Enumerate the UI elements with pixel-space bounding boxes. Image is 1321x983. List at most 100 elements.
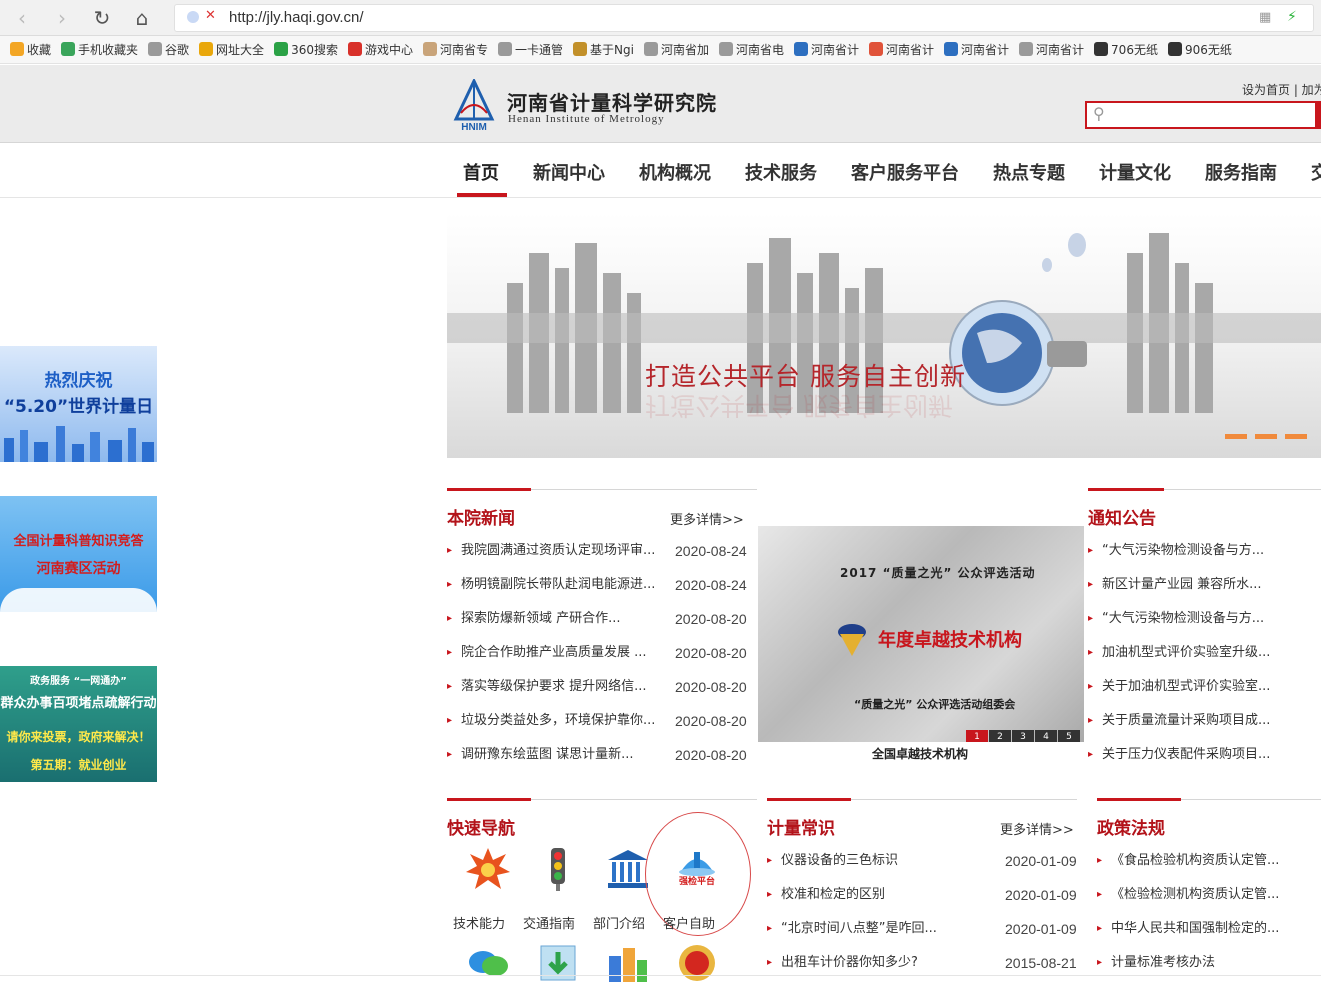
list-item-title[interactable]: 院企合作助推产业高质量发展 ... [461, 636, 647, 670]
list-item[interactable]: ▸ 我院圆满通过资质认定现场评审... 2020-08-24 [447, 534, 757, 568]
list-item-title[interactable]: “大气污染物检测设备与方... [1102, 534, 1264, 568]
nav-about[interactable]: 机构概况 [639, 159, 711, 185]
list-item-title[interactable]: 关于压力仪表配件采购项目... [1102, 738, 1270, 772]
list-item[interactable]: ▸ 落实等级保护要求 提升网络信... 2020-08-20 [447, 670, 757, 704]
list-item[interactable]: ▸ 杨明镜副院长带队赴润电能源进... 2020-08-24 [447, 568, 757, 602]
slide-dot[interactable] [1285, 434, 1307, 439]
quicknav-tech-capability[interactable]: 技术能力 [453, 913, 505, 932]
list-item-title[interactable]: 关于加油机型式评价实验室... [1102, 670, 1270, 704]
list-item[interactable]: ▸ 中华人民共和国强制检定的... [1097, 912, 1321, 946]
list-item[interactable]: ▸ 《食品检验机构资质认定管... [1097, 844, 1321, 878]
top-links[interactable]: 设为首页 | 加为 [1242, 81, 1321, 98]
bookmark-item[interactable]: 谷歌 [148, 36, 189, 63]
pager-2[interactable]: 2 [989, 730, 1011, 742]
search-button[interactable] [1315, 103, 1321, 127]
list-item-title[interactable]: 仪器设备的三色标识 [781, 844, 898, 878]
bookmark-item[interactable]: 网址大全 [199, 36, 264, 63]
bookmark-item[interactable]: 手机收藏夹 [61, 36, 138, 63]
list-item[interactable]: ▸ 关于质量流量计采购项目成... [1088, 704, 1321, 738]
bookmark-item[interactable]: 河南省计 [1019, 36, 1084, 63]
forward-icon[interactable]: › [50, 6, 74, 30]
bookmark-item[interactable]: 河南省加 [643, 36, 709, 63]
city-icon[interactable] [605, 940, 651, 983]
list-item-title[interactable]: 《检验检测机构资质认定管... [1111, 878, 1279, 912]
list-item-title[interactable]: 新区计量产业园 兼容所水... [1102, 568, 1262, 602]
nav-customer-platform[interactable]: 客户服务平台 [851, 159, 959, 185]
list-item[interactable]: ▸ 垃圾分类益处多，环境保护靠你... 2020-08-20 [447, 704, 757, 738]
quicknav-traffic-guide[interactable]: 交通指南 [523, 913, 575, 932]
list-item[interactable]: ▸ 《检验检测机构资质认定管... [1097, 878, 1321, 912]
list-item-title[interactable]: 加油机型式评价实验室升级... [1102, 636, 1270, 670]
bookmark-item[interactable]: 河南省计 [869, 36, 934, 63]
quicknav-departments[interactable]: 部门介绍 [593, 913, 645, 932]
list-item-title[interactable]: 落实等级保护要求 提升网络信... [461, 670, 647, 704]
list-item-title[interactable]: “北京时间八点整”是咋回... [781, 912, 937, 946]
list-item[interactable]: ▸ “大气污染物检测设备与方... [1088, 602, 1321, 636]
slide-dot[interactable] [1225, 434, 1247, 439]
list-item-title[interactable]: 校准和检定的区别 [781, 878, 885, 912]
bookmark-item[interactable]: 河南省电 [718, 36, 784, 63]
burst-icon[interactable] [465, 846, 511, 892]
bookmark-item[interactable]: 河南省计 [944, 36, 1009, 63]
list-item[interactable]: ▸ “北京时间八点整”是咋回... 2020-01-09 [767, 912, 1087, 946]
bookmark-item[interactable]: 一卡通管 [498, 36, 563, 63]
banner-government-service[interactable]: 政务服务 “一网通办” 群众办事百项堵点疏解行动 请你来投票，政府来解决！ 第五… [0, 666, 157, 782]
download-icon[interactable] [535, 940, 581, 983]
speed-icon[interactable]: ⚡ [1287, 9, 1297, 25]
list-item-title[interactable]: 我院圆满通过资质认定现场评审... [461, 534, 655, 568]
list-item[interactable]: ▸ 关于加油机型式评价实验室... [1088, 670, 1321, 704]
list-item[interactable]: ▸ “大气污染物检测设备与方... [1088, 534, 1321, 568]
list-item[interactable]: ▸ 探索防爆新领域 产研合作... 2020-08-20 [447, 602, 757, 636]
pager-4[interactable]: 4 [1035, 730, 1057, 742]
bookmark-item[interactable]: 360搜索 [274, 36, 338, 63]
quicknav-self-service[interactable]: 客户自助 [663, 913, 715, 932]
list-item-title[interactable]: 关于质量流量计采购项目成... [1102, 704, 1270, 738]
hero-slide-dots[interactable] [1225, 428, 1315, 443]
list-item-title[interactable]: 《食品检验机构资质认定管... [1111, 844, 1279, 878]
photo-caption[interactable]: 全国卓越技术机构 [872, 745, 968, 762]
nav-home[interactable]: 首页 [463, 159, 499, 185]
reload-icon[interactable]: ↻ [90, 6, 114, 30]
pager-1[interactable]: 1 [966, 730, 988, 742]
qr-icon[interactable]: ▦ [1259, 10, 1271, 25]
emblem-icon[interactable] [674, 940, 720, 983]
pager-3[interactable]: 3 [1012, 730, 1034, 742]
list-item-title[interactable]: “大气污染物检测设备与方... [1102, 602, 1264, 636]
list-item[interactable]: ▸ 仪器设备的三色标识 2020-01-09 [767, 844, 1087, 878]
list-item[interactable]: ▸ 调研豫东绘蓝图 谋思计量新... 2020-08-20 [447, 738, 757, 772]
nav-news[interactable]: 新闻中心 [533, 159, 605, 185]
photo-carousel[interactable]: 2017 “质量之光” 公众评选活动 年度卓越技术机构 “质量之光” 公众评选活… [758, 526, 1084, 742]
home-icon[interactable]: ⌂ [130, 6, 154, 30]
back-icon[interactable]: ‹ [10, 6, 34, 30]
bookmark-item[interactable]: 706无纸 [1094, 36, 1158, 63]
banner-metrology-day[interactable]: 热烈庆祝 “5.20”世界计量日 [0, 346, 157, 462]
knowledge-more-link[interactable]: 更多详情>> [1000, 819, 1074, 838]
nav-tech-service[interactable]: 技术服务 [745, 159, 817, 185]
nav-guide[interactable]: 服务指南 [1205, 159, 1277, 185]
chat-bubbles-icon[interactable] [465, 940, 511, 983]
hero-banner[interactable]: 打造公共平台 服务自主创新 打造公共平台 服务自主创新 [447, 213, 1321, 458]
bookmark-item[interactable]: 河南省计 [793, 36, 859, 63]
banner-quiz[interactable]: 全国计量科普知识竞答 河南赛区活动 [0, 496, 157, 612]
bookmark-item[interactable]: 基于Ngi [573, 36, 634, 63]
news-more-link[interactable]: 更多详情>> [670, 509, 744, 528]
slide-dot[interactable] [1255, 434, 1277, 439]
list-item-title[interactable]: 探索防爆新领域 产研合作... [461, 602, 621, 636]
list-item-title[interactable]: 垃圾分类益处多，环境保护靠你... [461, 704, 655, 738]
url-input[interactable]: ✕ http://jly.haqi.gov.cn/ ▦ ⚡ [174, 4, 1314, 32]
list-item[interactable]: ▸ 新区计量产业园 兼容所水... [1088, 568, 1321, 602]
bookmark-item[interactable]: 收藏 [10, 36, 51, 63]
traffic-light-icon[interactable] [535, 846, 581, 892]
bookmark-item[interactable]: 河南省专 [422, 36, 488, 63]
list-item[interactable]: ▸ 院企合作助推产业高质量发展 ... 2020-08-20 [447, 636, 757, 670]
nav-more[interactable]: 交 [1311, 159, 1321, 185]
hnim-logo-icon[interactable]: HNIM [451, 79, 497, 131]
list-item[interactable]: ▸ 关于压力仪表配件采购项目... [1088, 738, 1321, 772]
list-item[interactable]: ▸ 校准和检定的区别 2020-01-09 [767, 878, 1087, 912]
list-item-title[interactable]: 中华人民共和国强制检定的... [1111, 912, 1279, 946]
bookmark-item[interactable]: 游戏中心 [347, 36, 413, 63]
nav-culture[interactable]: 计量文化 [1099, 159, 1171, 185]
nav-hot-topics[interactable]: 热点专题 [993, 159, 1065, 185]
pager-5[interactable]: 5 [1058, 730, 1080, 742]
bookmark-item[interactable]: 906无纸 [1167, 36, 1232, 63]
